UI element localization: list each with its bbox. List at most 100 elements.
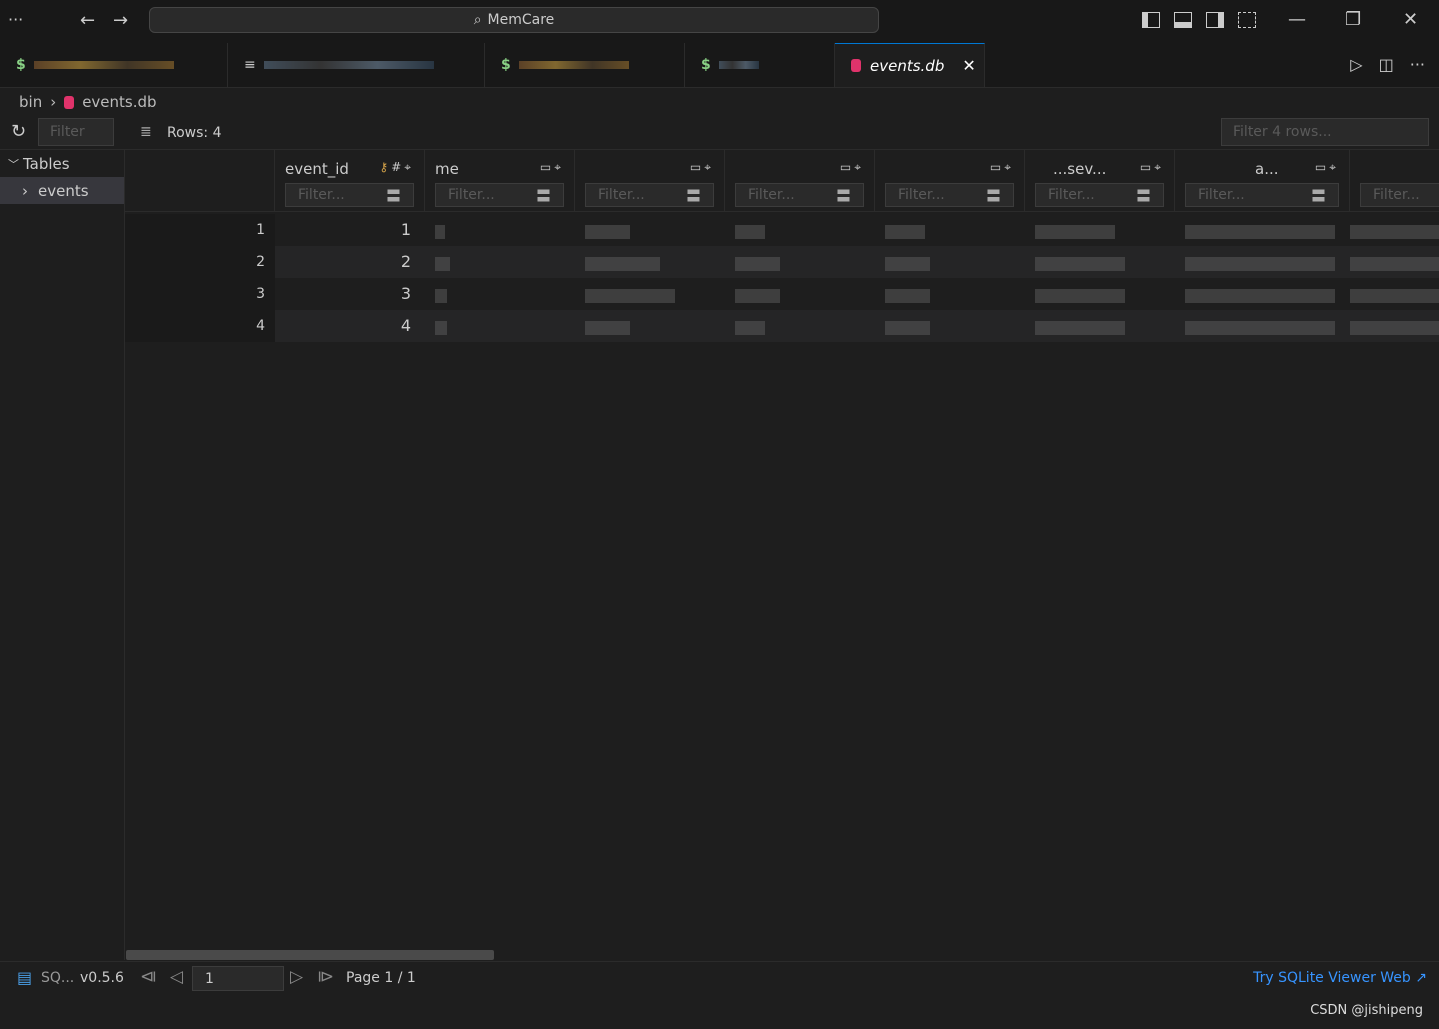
- last-page-icon[interactable]: ⧐: [317, 967, 334, 987]
- chevron-right-icon: ›: [22, 181, 28, 200]
- filter-mode-icon[interactable]: 〓: [986, 185, 1001, 206]
- table-row[interactable]: 4 4: [125, 310, 1439, 342]
- text-pin-icons: ▭⌖: [539, 160, 564, 174]
- close-tab-icon[interactable]: ✕: [962, 56, 975, 75]
- table-row[interactable]: 3 3: [125, 278, 1439, 310]
- column-filter-input[interactable]: Filter...: [1360, 183, 1439, 207]
- redacted-cell: [1035, 225, 1115, 239]
- row-filter-input[interactable]: Filter 4 rows...: [1221, 118, 1429, 146]
- row-number-header: [125, 150, 275, 212]
- filter-mode-icon[interactable]: 〓: [536, 185, 551, 206]
- breadcrumb: bin › events.db: [0, 88, 1439, 116]
- text-pin-icons: ▭⌖: [1139, 160, 1164, 174]
- tab-events-db[interactable]: events.db ✕: [835, 43, 985, 87]
- tab-output[interactable]: ≡: [228, 43, 485, 87]
- try-web-link[interactable]: Try SQLite Viewer Web ↗: [1253, 970, 1427, 986]
- table-row[interactable]: 1 1: [125, 214, 1439, 246]
- toggle-secondary-sidebar-icon[interactable]: [1206, 12, 1224, 28]
- horizontal-scrollbar[interactable]: [126, 950, 494, 960]
- sidebar-item-events[interactable]: › events: [0, 177, 124, 204]
- row-number: 4: [125, 310, 275, 342]
- filter-mode-icon[interactable]: 〓: [1136, 185, 1151, 206]
- redacted-label: [263, 61, 434, 69]
- column-name: me: [435, 160, 459, 178]
- table-filter-input[interactable]: Filter: [38, 118, 114, 146]
- page-number-input[interactable]: 1: [192, 966, 284, 991]
- command-center-search[interactable]: ⌕ MemCare: [149, 7, 879, 33]
- layout-controls: [1142, 12, 1256, 28]
- column-filter-input[interactable]: Filter... 〓: [1185, 183, 1339, 207]
- key-hash-pin-icons: ⚷#⌖: [379, 160, 414, 174]
- first-page-icon[interactable]: ⧏: [140, 967, 157, 987]
- toggle-primary-sidebar-icon[interactable]: [1142, 12, 1160, 28]
- redacted-cell: [1035, 257, 1125, 271]
- column-header-6[interactable]: ...sev... ▭⌖ Filter... 〓: [1025, 150, 1175, 212]
- column-filter-input[interactable]: Filter... 〓: [585, 183, 714, 207]
- extension-name: SQ...: [41, 970, 75, 986]
- breadcrumb-file[interactable]: events.db: [82, 93, 156, 111]
- column-filter-input[interactable]: Filter... 〓: [1035, 183, 1164, 207]
- column-header-8[interactable]: Filter...: [1350, 150, 1439, 212]
- redacted-cell: [585, 225, 630, 239]
- row-number: 1: [125, 214, 275, 246]
- back-arrow-icon[interactable]: ←: [80, 10, 95, 31]
- column-header-7[interactable]: a... ▭⌖ Filter... 〓: [1175, 150, 1350, 212]
- redacted-cell: [435, 321, 447, 335]
- column-filter-input[interactable]: Filter... 〓: [885, 183, 1014, 207]
- next-page-icon[interactable]: ▷: [290, 967, 303, 987]
- table-row[interactable]: 2 2: [125, 246, 1439, 278]
- redacted-cell: [1185, 225, 1335, 239]
- redacted-cell: [885, 225, 925, 239]
- toggle-panel-icon[interactable]: [1174, 12, 1192, 28]
- event-id-cell[interactable]: 2: [275, 246, 415, 278]
- customize-layout-icon[interactable]: [1238, 12, 1256, 28]
- text-pin-icons: ▭⌖: [1314, 160, 1339, 174]
- filter-mode-icon[interactable]: 〓: [386, 185, 401, 206]
- forward-arrow-icon[interactable]: →: [113, 10, 128, 31]
- redacted-label: [33, 61, 174, 69]
- redacted-cell: [1185, 257, 1335, 271]
- split-editor-icon[interactable]: ◫: [1379, 55, 1394, 74]
- chevron-right-icon: ›: [50, 93, 57, 111]
- redacted-cell: [1350, 321, 1439, 335]
- redacted-cell: [735, 257, 780, 271]
- column-header-2[interactable]: me ▭⌖ Filter... 〓: [425, 150, 575, 212]
- breadcrumb-folder[interactable]: bin: [19, 93, 42, 111]
- redacted-cell: [435, 289, 447, 303]
- more-actions-icon[interactable]: ···: [1410, 55, 1425, 74]
- column-name: ...sev...: [1053, 160, 1107, 178]
- redacted-cell: [885, 321, 930, 335]
- more-horizontal-icon[interactable]: ···: [8, 10, 23, 29]
- tab-terminal-1[interactable]: $: [0, 43, 228, 87]
- editor-actions: ▷ ◫ ···: [1350, 55, 1425, 74]
- event-id-cell[interactable]: 4: [275, 310, 415, 342]
- column-filter-input[interactable]: Filter... 〓: [285, 183, 414, 207]
- filter-mode-icon[interactable]: 〓: [1311, 185, 1326, 206]
- column-filter-input[interactable]: Filter... 〓: [435, 183, 564, 207]
- text-pin-icons: ▭⌖: [839, 160, 864, 174]
- event-id-cell[interactable]: 3: [275, 278, 415, 310]
- column-filter-input[interactable]: Filter... 〓: [735, 183, 864, 207]
- redacted-cell: [1035, 289, 1125, 303]
- tab-terminal-3[interactable]: $: [685, 43, 835, 87]
- column-header-4[interactable]: ▭⌖ Filter... 〓: [725, 150, 875, 212]
- run-icon[interactable]: ▷: [1350, 55, 1362, 74]
- page-indicator: Page 1 / 1: [346, 970, 416, 986]
- event-id-cell[interactable]: 1: [275, 214, 415, 246]
- tab-terminal-2[interactable]: $: [485, 43, 685, 87]
- redacted-cell: [885, 257, 930, 271]
- editor-tabs: $ ≡ $ $ events.db ✕ ▷ ◫ ···: [0, 43, 1439, 88]
- previous-page-icon[interactable]: ◁: [170, 967, 183, 987]
- column-name: event_id: [285, 160, 349, 178]
- tables-section[interactable]: ﹀ Tables: [0, 150, 124, 177]
- restore-icon[interactable]: ❐: [1345, 9, 1361, 30]
- redacted-cell: [735, 289, 780, 303]
- close-window-icon[interactable]: ✕: [1403, 9, 1418, 30]
- filter-mode-icon[interactable]: 〓: [836, 185, 851, 206]
- column-header-5[interactable]: ▭⌖ Filter... 〓: [875, 150, 1025, 212]
- filter-mode-icon[interactable]: 〓: [686, 185, 701, 206]
- refresh-icon[interactable]: ↻: [11, 121, 26, 142]
- column-header-event-id[interactable]: event_id ⚷#⌖ Filter... 〓: [275, 150, 425, 212]
- minimize-icon[interactable]: —: [1288, 9, 1306, 30]
- column-header-3[interactable]: ▭⌖ Filter... 〓: [575, 150, 725, 212]
